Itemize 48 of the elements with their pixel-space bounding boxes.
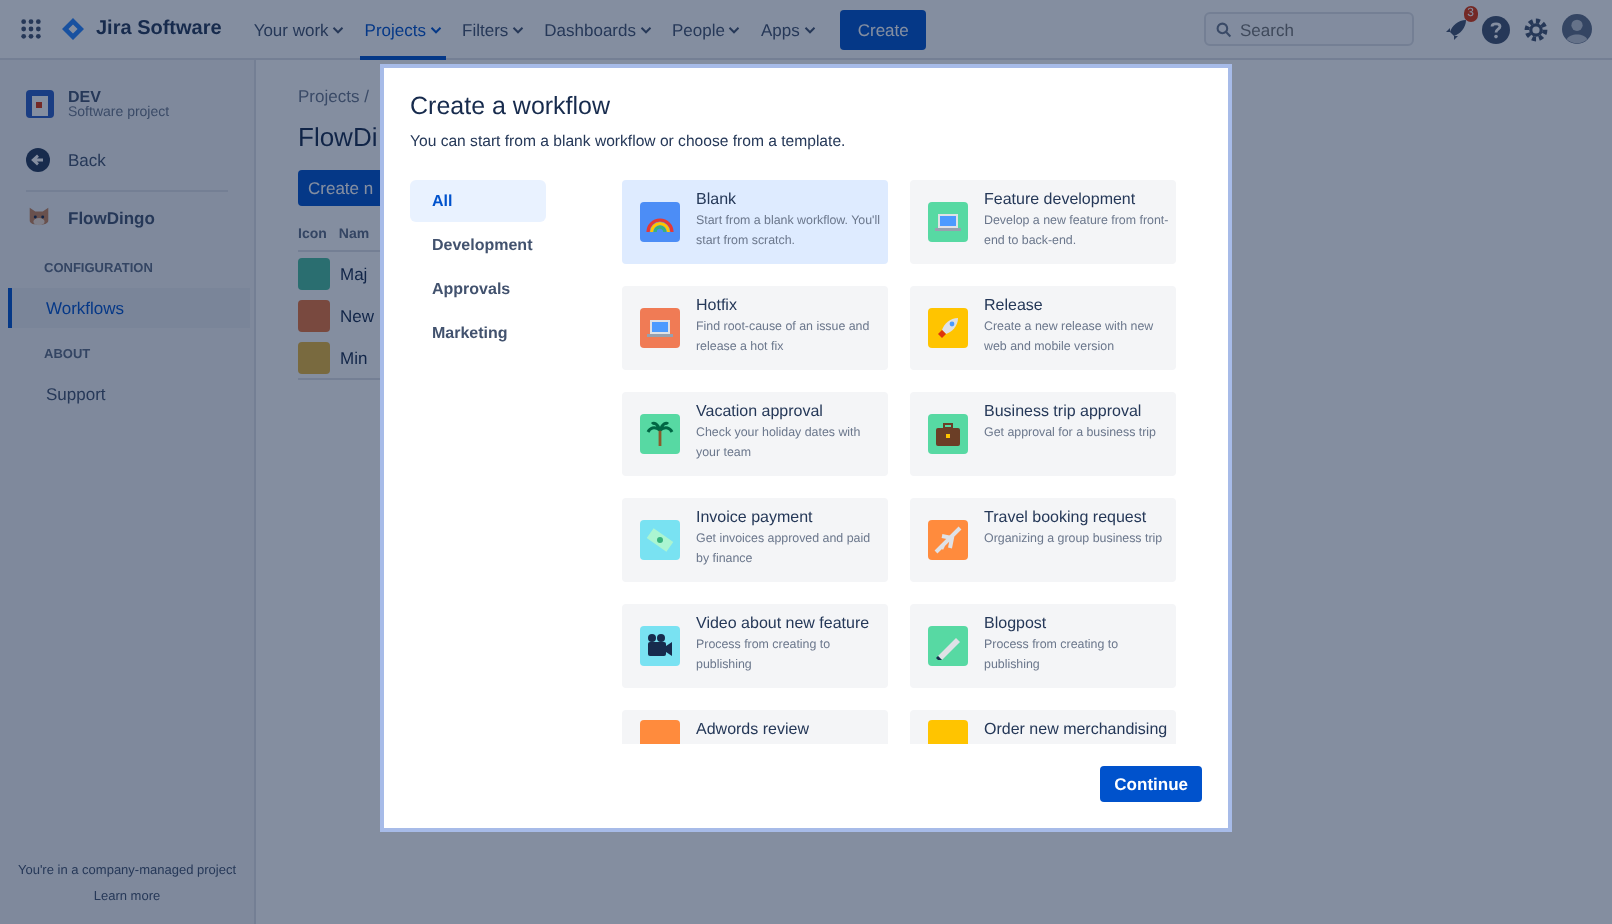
page-title: FlowDi (298, 122, 378, 152)
template-title: Feature development (984, 190, 1138, 208)
caret-icon (640, 23, 652, 35)
avatar-icon[interactable] (1562, 14, 1592, 44)
table-cell: Maj (340, 263, 368, 283)
template-title: Hotfix (696, 296, 739, 314)
table-cell: Min (340, 347, 368, 367)
table-cell: New (340, 305, 375, 325)
project-name: DEV (68, 88, 103, 106)
template-title: Business trip approval (984, 402, 1144, 420)
nav-menu[interactable]: Filters (458, 0, 529, 59)
dog-icon (26, 204, 52, 230)
category-tab[interactable]: Marketing (410, 312, 546, 354)
nav-menu[interactable]: Dashboards (540, 0, 656, 59)
app-name: FlowDingo (68, 207, 155, 227)
back-icon (26, 148, 50, 172)
caret-icon (803, 23, 816, 35)
nav-menu[interactable]: People (668, 0, 745, 59)
template-card[interactable]: Order new merchandising (910, 710, 1176, 744)
caret-icon (512, 23, 525, 35)
app-grid-icon[interactable] (20, 18, 42, 40)
template-title: Adwords review (696, 720, 809, 738)
logo-icon (62, 18, 84, 40)
template-title: Blogpost (984, 614, 1049, 632)
template-title: Blank (696, 190, 739, 208)
template-title: Release (984, 296, 1045, 314)
template-title: Vacation approval (696, 402, 825, 420)
product-name[interactable]: Jira Software (96, 18, 222, 40)
settings-icon[interactable] (1522, 15, 1550, 43)
nav-menu[interactable]: Apps (756, 0, 820, 59)
category-tab[interactable]: Development (410, 224, 546, 266)
template-title: Order new merchandising (984, 720, 1168, 738)
category-tab[interactable]: Approvals (410, 268, 546, 310)
rocket-icon[interactable] (1442, 15, 1470, 43)
continue-button[interactable]: Continue (1100, 766, 1202, 802)
caret-icon (332, 23, 345, 35)
template-title: Invoice payment (696, 508, 815, 526)
project-icon (26, 90, 54, 118)
category-tab[interactable]: All (410, 180, 546, 222)
template-title: Travel booking request (984, 508, 1149, 526)
template-card[interactable]: Adwords review (622, 710, 888, 744)
search-field[interactable]: Search (1204, 12, 1414, 46)
nav-menu[interactable]: Your work (249, 0, 349, 59)
dialog-title: Create a workflow (410, 92, 613, 120)
caret-icon (728, 23, 741, 35)
caret-icon (430, 23, 443, 35)
template-title: Video about new feature (696, 614, 872, 632)
help-icon[interactable] (1482, 15, 1510, 43)
